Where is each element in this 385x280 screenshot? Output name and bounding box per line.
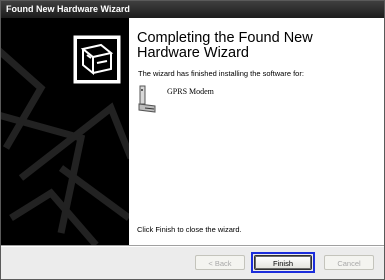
wizard-window: Found New Hardware Wizard Completing the… <box>0 0 385 280</box>
page-title: Completing the Found New Hardware Wizard <box>137 30 313 61</box>
window-title: Found New Hardware Wizard <box>6 4 130 14</box>
hardware-wizard-icon <box>73 35 121 84</box>
status-message: The wizard has finished installing the s… <box>138 69 304 78</box>
wizard-banner-panel <box>1 18 129 245</box>
finish-button-highlight <box>251 252 315 273</box>
device-name: GPRS Modem <box>167 87 214 96</box>
footer-divider <box>1 245 384 246</box>
title-bar[interactable]: Found New Hardware Wizard <box>1 1 384 18</box>
back-button[interactable]: < Back <box>195 255 245 270</box>
cancel-button[interactable]: Cancel <box>324 255 374 270</box>
modem-icon <box>138 85 156 113</box>
button-bar: < Back Finish Cancel <box>1 247 384 279</box>
wizard-content: Completing the Found New Hardware Wizard… <box>129 18 384 245</box>
finish-instruction: Click Finish to close the wizard. <box>137 225 242 234</box>
